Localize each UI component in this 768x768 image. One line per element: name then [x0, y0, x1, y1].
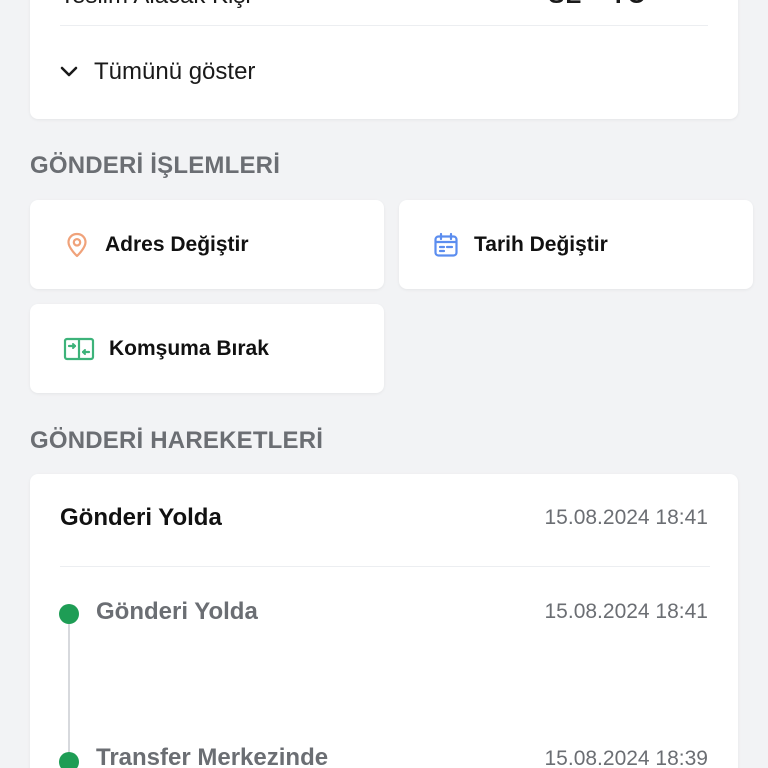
- show-all-button[interactable]: Tümünü göster: [60, 56, 255, 88]
- change-address-button[interactable]: Adres Değiştir: [30, 200, 384, 289]
- change-address-label: Adres Değiştir: [105, 232, 249, 256]
- change-date-button[interactable]: Tarih Değiştir: [399, 200, 753, 289]
- chevron-down-icon: [60, 66, 78, 77]
- leave-with-neighbor-button[interactable]: Komşuma Bırak: [30, 304, 384, 393]
- history-divider: [60, 566, 710, 567]
- operations-section-title: GÖNDERİ İŞLEMLERİ: [30, 152, 281, 179]
- timeline-event-status: Transfer Merkezinde: [96, 744, 329, 768]
- neighbor-transfer-icon: [63, 337, 95, 360]
- recipient-label: Teslim Alacak Kişi: [60, 0, 251, 10]
- recipient-value: SE** YO***: [548, 0, 678, 10]
- leave-with-neighbor-label: Komşuma Bırak: [109, 336, 269, 360]
- recipient-info-card: Teslim Alacak Kişi SE** YO*** Tümünü gös…: [30, 0, 738, 119]
- timeline-dot: [59, 604, 79, 624]
- timeline-event-status: Gönderi Yolda: [96, 598, 258, 625]
- timeline-dot: [59, 752, 79, 768]
- timeline-line: [68, 614, 70, 768]
- history-section-title: GÖNDERİ HAREKETLERİ: [30, 427, 324, 454]
- latest-status-title: Gönderi Yolda: [60, 504, 222, 531]
- timeline-event-date: 15.08.2024 18:39: [544, 747, 709, 768]
- latest-status-date: 15.08.2024 18:41: [544, 506, 709, 529]
- recipient-row: Teslim Alacak Kişi SE** YO***: [60, 0, 708, 26]
- calendar-icon: [434, 232, 458, 257]
- show-all-label: Tümünü göster: [94, 58, 256, 85]
- shipment-detail-page: Teslim Alacak Kişi SE** YO*** Tümünü gös…: [0, 0, 768, 768]
- change-date-label: Tarih Değiştir: [474, 232, 608, 256]
- timeline-event-date: 15.08.2024 18:41: [544, 600, 709, 623]
- location-pin-icon: [67, 232, 87, 257]
